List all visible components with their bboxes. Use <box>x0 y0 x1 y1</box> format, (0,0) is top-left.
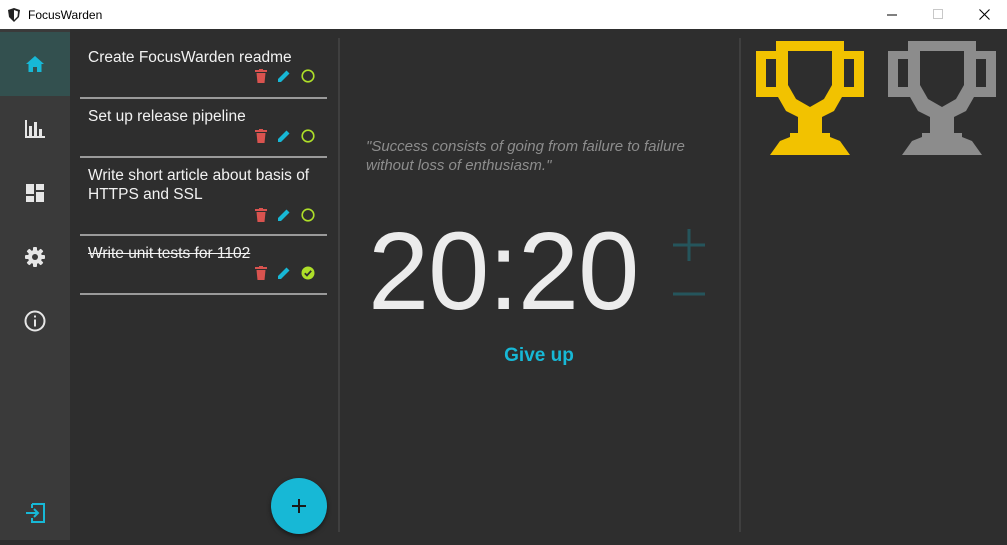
timer-display: 20:20 <box>368 210 639 333</box>
plus-icon <box>673 229 705 261</box>
delete-icon[interactable] <box>255 129 267 143</box>
task-item[interactable]: Write short article about basis of HTTPS… <box>80 158 327 236</box>
complete-circle-icon[interactable] <box>301 129 315 143</box>
maximize-button[interactable] <box>915 0 961 29</box>
edit-icon[interactable] <box>277 208 291 222</box>
task-title: Set up release pipeline <box>88 108 246 125</box>
maximize-icon <box>932 9 943 19</box>
task-list: Create FocusWarden readme Set up release… <box>70 29 338 540</box>
task-item[interactable]: Create FocusWarden readme <box>80 39 327 99</box>
minimize-button[interactable] <box>869 0 915 29</box>
delete-icon[interactable] <box>255 208 267 222</box>
title-bar: FocusWarden <box>0 0 1007 29</box>
delete-icon[interactable] <box>255 266 267 280</box>
complete-circle-icon[interactable] <box>301 208 315 222</box>
task-title: Write unit tests for 1102 <box>88 245 251 262</box>
info-icon <box>24 310 46 332</box>
timer-panel: "Success consists of going from failure … <box>340 29 740 540</box>
logout-button[interactable] <box>0 481 70 545</box>
edit-icon[interactable] <box>277 266 291 280</box>
complete-circle-icon[interactable] <box>301 69 315 83</box>
check-circle-icon[interactable] <box>301 266 315 280</box>
edit-icon[interactable] <box>277 69 291 83</box>
quote-text: "Success consists of going from failure … <box>366 138 685 174</box>
trophy-panel <box>742 29 1007 540</box>
dashboard-icon <box>26 184 44 202</box>
app-logo-icon <box>8 7 22 22</box>
nav-home[interactable] <box>0 32 70 96</box>
task-item[interactable]: Write unit tests for 1102 <box>80 236 327 295</box>
decrease-time-button[interactable] <box>672 279 706 309</box>
bar-chart-icon <box>25 120 45 138</box>
close-button[interactable] <box>961 0 1007 29</box>
add-task-button[interactable] <box>271 478 327 534</box>
nav-about[interactable] <box>0 289 70 353</box>
exit-icon <box>26 503 45 523</box>
close-icon <box>978 9 990 20</box>
task-title: Create FocusWarden readme <box>88 49 292 66</box>
gear-icon <box>25 247 45 267</box>
delete-icon[interactable] <box>255 69 267 83</box>
give-up-button[interactable]: Give up <box>480 345 598 367</box>
nav-dashboard[interactable] <box>0 161 70 225</box>
trophy-gold-icon <box>756 41 864 155</box>
minus-icon <box>673 292 705 296</box>
trophy-gray-icon <box>888 41 996 155</box>
task-title: Write short article about basis of HTTPS… <box>88 167 310 203</box>
task-item[interactable]: Set up release pipeline <box>80 99 327 158</box>
plus-icon <box>292 499 306 513</box>
nav-settings[interactable] <box>0 225 70 289</box>
increase-time-button[interactable] <box>672 225 706 265</box>
edit-icon[interactable] <box>277 129 291 143</box>
home-icon <box>26 56 44 72</box>
nav-statistics[interactable] <box>0 97 70 161</box>
sidebar <box>0 29 70 540</box>
window-title: FocusWarden <box>28 7 103 22</box>
minimize-icon <box>886 14 897 16</box>
